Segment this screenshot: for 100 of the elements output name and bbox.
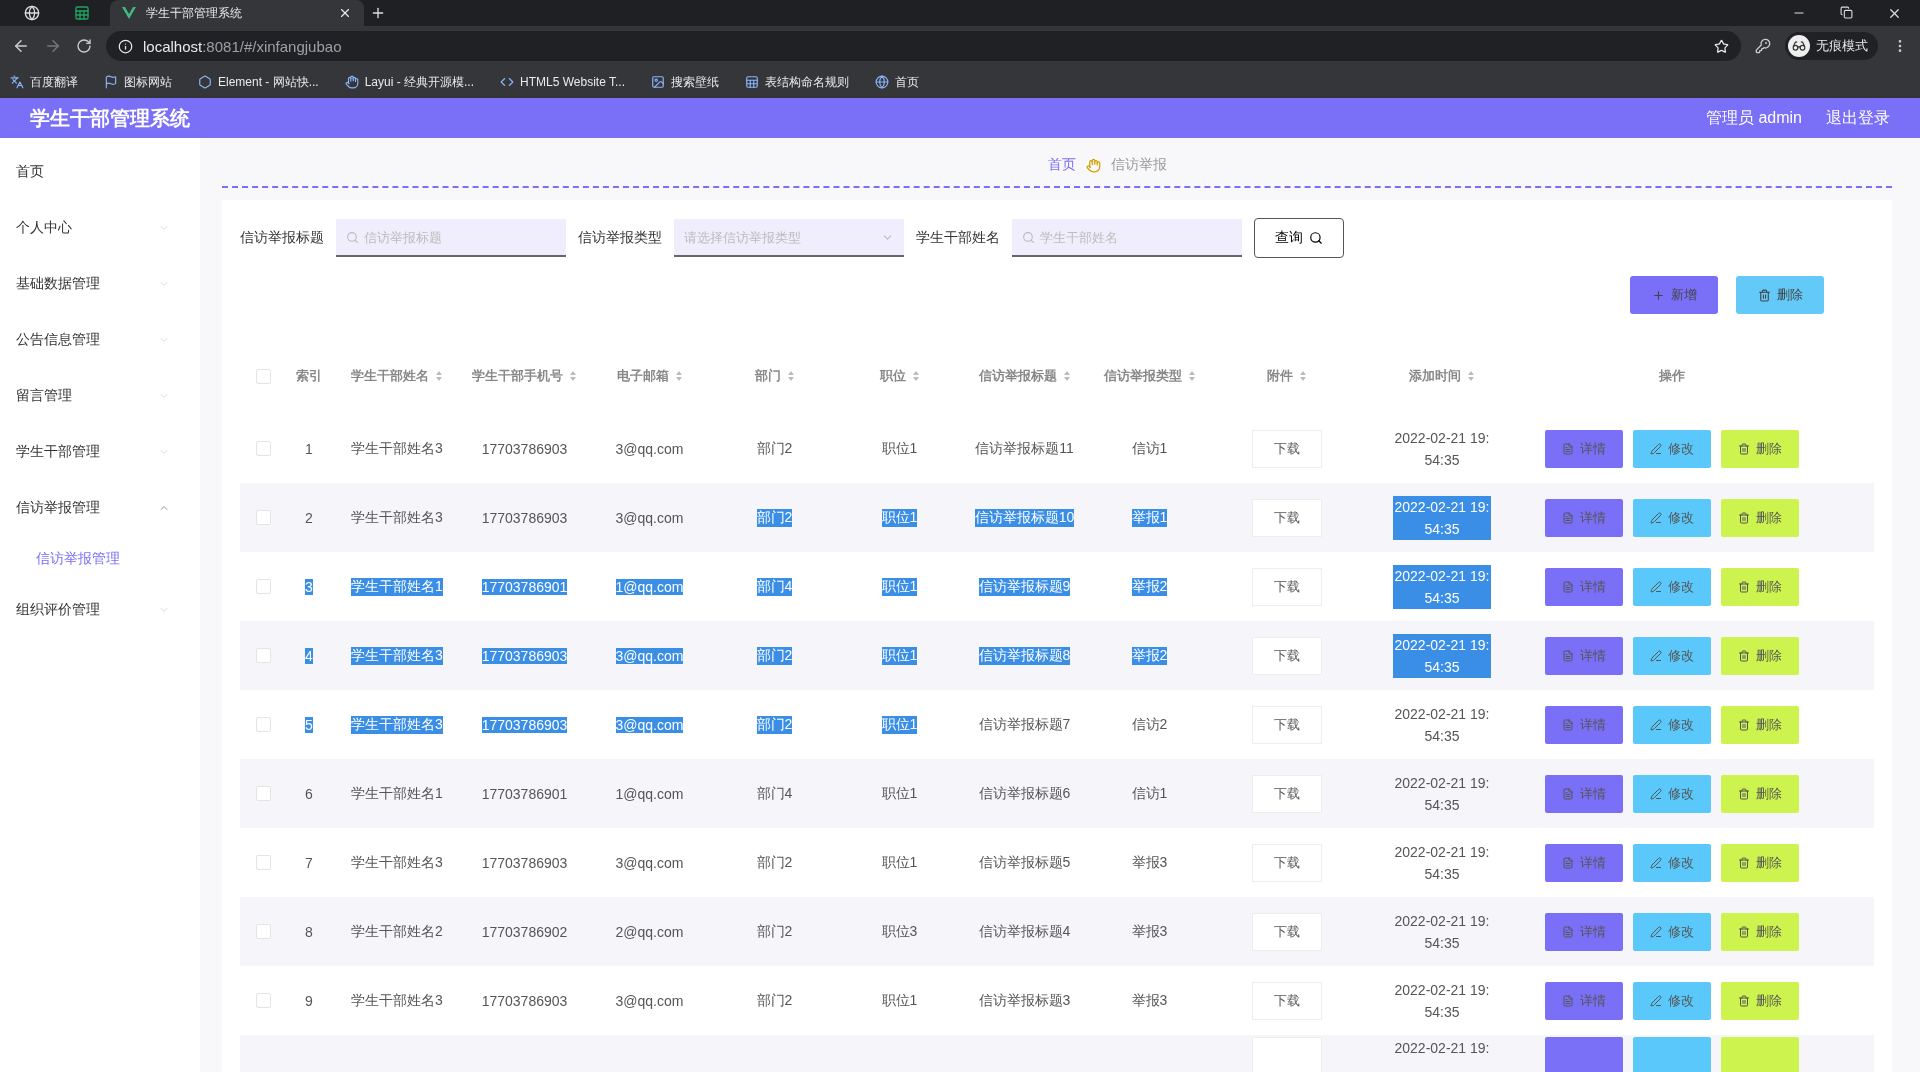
- table-cell: 3@qq.com: [615, 509, 684, 526]
- download-button[interactable]: 下载: [1252, 498, 1322, 537]
- sidebar-item[interactable]: 首页: [0, 144, 200, 200]
- detail-button[interactable]: [1545, 1037, 1623, 1072]
- select-all-checkbox[interactable]: [255, 368, 271, 384]
- column-header[interactable]: 学生干部姓名: [332, 367, 462, 385]
- row-checkbox[interactable]: [255, 993, 271, 1008]
- delete-button[interactable]: 删除: [1721, 774, 1799, 813]
- column-header[interactable]: 信访举报类型: [1087, 367, 1212, 385]
- edit-button[interactable]: 修改: [1633, 567, 1711, 606]
- edit-button[interactable]: 修改: [1633, 912, 1711, 951]
- bookmark-link[interactable]: 首页: [875, 73, 919, 91]
- column-header[interactable]: 部门: [712, 367, 837, 385]
- sort-icon[interactable]: [911, 370, 920, 382]
- breadcrumb-link[interactable]: 首页: [1047, 156, 1076, 174]
- sort-icon[interactable]: [569, 370, 577, 382]
- column-header[interactable]: 索引: [286, 367, 332, 385]
- sort-icon[interactable]: [1467, 370, 1475, 382]
- profile-button[interactable]: 无痕模式: [1785, 32, 1878, 60]
- edit-button[interactable]: 修改: [1633, 498, 1711, 537]
- sidebar-item[interactable]: 学生干部管理: [0, 424, 200, 480]
- sidebar-item[interactable]: 组织评价管理: [0, 582, 200, 638]
- delete-button[interactable]: 删除: [1736, 276, 1824, 314]
- search-field[interactable]: 学生干部姓名: [1012, 219, 1242, 257]
- sort-icon[interactable]: [1187, 370, 1196, 382]
- bookmark-link[interactable]: 表结构命名规则: [745, 73, 849, 91]
- sidebar-item[interactable]: 公告信息管理: [0, 312, 200, 368]
- sort-icon[interactable]: [1299, 370, 1307, 382]
- key-icon[interactable]: [1755, 38, 1771, 54]
- download-button[interactable]: 下载: [1252, 567, 1322, 606]
- edit-button[interactable]: 修改: [1633, 705, 1711, 744]
- reload-icon[interactable]: [76, 38, 92, 54]
- download-button[interactable]: 下载: [1252, 981, 1322, 1020]
- query-button[interactable]: 查询: [1254, 218, 1344, 258]
- column-header[interactable]: 操作: [1522, 367, 1822, 385]
- download-button[interactable]: 下载: [1252, 774, 1322, 813]
- search-field[interactable]: 信访举报标题: [336, 219, 566, 257]
- bookmark-link[interactable]: Element - 网站快...: [198, 73, 319, 91]
- delete-button[interactable]: 删除: [1721, 636, 1799, 675]
- row-checkbox[interactable]: [255, 441, 271, 456]
- column-header[interactable]: 电子邮箱: [587, 367, 712, 385]
- column-header[interactable]: 职位: [837, 367, 962, 385]
- bookmark-link[interactable]: Layui - 经典开源模...: [344, 73, 475, 91]
- delete-button[interactable]: [1721, 1037, 1799, 1072]
- delete-button[interactable]: 删除: [1721, 843, 1799, 882]
- close-icon[interactable]: [338, 6, 352, 20]
- edit-button[interactable]: 修改: [1633, 981, 1711, 1020]
- delete-button[interactable]: 删除: [1721, 429, 1799, 468]
- delete-button[interactable]: 删除: [1721, 705, 1799, 744]
- sidebar-item[interactable]: 留言管理: [0, 368, 200, 424]
- sort-icon[interactable]: [1062, 370, 1071, 382]
- delete-button[interactable]: 删除: [1721, 567, 1799, 606]
- restore-icon[interactable]: [1840, 5, 1853, 19]
- table-cell: 信访举报标题10: [974, 508, 1075, 527]
- download-button[interactable]: 下载: [1252, 912, 1322, 951]
- edit-button[interactable]: [1633, 1037, 1711, 1072]
- row-checkbox[interactable]: [255, 579, 271, 594]
- bookmark-link[interactable]: 搜索壁纸: [651, 73, 719, 91]
- globe-icon[interactable]: [24, 5, 40, 21]
- new-tab-icon[interactable]: [370, 5, 386, 21]
- edit-button[interactable]: 修改: [1633, 636, 1711, 675]
- sheet-icon[interactable]: [74, 5, 90, 21]
- sort-icon[interactable]: [435, 370, 443, 382]
- edit-button[interactable]: 修改: [1633, 774, 1711, 813]
- row-checkbox[interactable]: [255, 855, 271, 870]
- sidebar-item[interactable]: 基础数据管理: [0, 256, 200, 312]
- bookmark-link[interactable]: 图标网站: [104, 73, 172, 91]
- row-checkbox[interactable]: [255, 924, 271, 939]
- row-checkbox[interactable]: [255, 648, 271, 663]
- sort-icon[interactable]: [674, 370, 683, 382]
- bookmark-link[interactable]: HTML5 Website T...: [500, 75, 625, 89]
- sidebar-item[interactable]: 个人中心: [0, 200, 200, 256]
- delete-button[interactable]: 删除: [1721, 981, 1799, 1020]
- delete-button[interactable]: 删除: [1721, 912, 1799, 951]
- select-field[interactable]: 请选择信访举报类型: [674, 219, 904, 257]
- back-icon[interactable]: [12, 37, 30, 55]
- download-button[interactable]: 下载: [1252, 705, 1322, 744]
- row-checkbox[interactable]: [255, 510, 271, 525]
- edit-button[interactable]: 修改: [1633, 429, 1711, 468]
- download-button[interactable]: 下载: [1252, 429, 1322, 468]
- row-checkbox[interactable]: [255, 717, 271, 732]
- browser-tab[interactable]: 学生干部管理系统: [110, 0, 364, 26]
- star-icon[interactable]: [1714, 38, 1729, 54]
- column-header[interactable]: 添加时间: [1362, 367, 1522, 385]
- column-header[interactable]: 信访举报标题: [962, 367, 1087, 385]
- column-header[interactable]: 学生干部手机号: [462, 367, 587, 385]
- address-bar[interactable]: localhost:8081/#/xinfangjubao: [106, 31, 1741, 61]
- sidebar-item[interactable]: 信访举报管理: [0, 480, 200, 536]
- delete-button[interactable]: 删除: [1721, 498, 1799, 537]
- row-checkbox[interactable]: [255, 786, 271, 801]
- edit-button[interactable]: 修改: [1633, 843, 1711, 882]
- forward-icon[interactable]: [44, 37, 62, 55]
- download-button[interactable]: 下载: [1252, 636, 1322, 675]
- logout-link[interactable]: 退出登录: [1826, 107, 1890, 129]
- download-button[interactable]: 下载: [1252, 843, 1322, 882]
- sort-icon[interactable]: [786, 370, 795, 382]
- column-header[interactable]: 附件: [1212, 367, 1362, 385]
- sidebar-subitem[interactable]: 信访举报管理: [0, 536, 200, 582]
- user-link[interactable]: 管理员 admin: [1705, 107, 1802, 129]
- bookmark-link[interactable]: 百度翻译: [10, 73, 78, 91]
